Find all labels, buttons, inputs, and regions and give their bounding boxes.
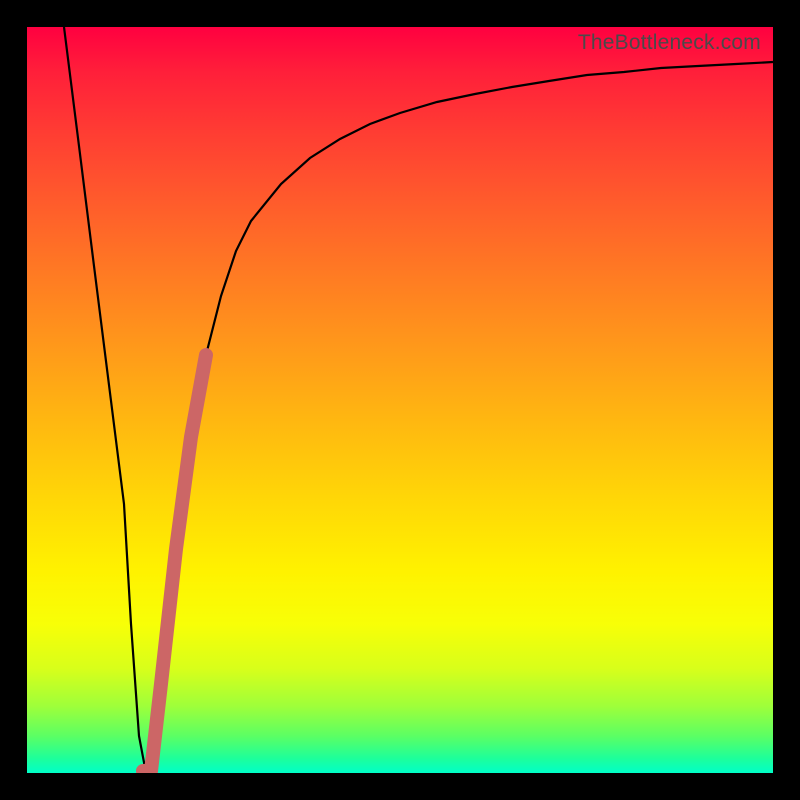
- plot-area: TheBottleneck.com: [27, 27, 773, 773]
- curve-layer: [27, 27, 773, 773]
- watermark-label: TheBottleneck.com: [578, 31, 761, 55]
- highlight-segment: [143, 355, 206, 771]
- chart-frame: TheBottleneck.com: [0, 0, 800, 800]
